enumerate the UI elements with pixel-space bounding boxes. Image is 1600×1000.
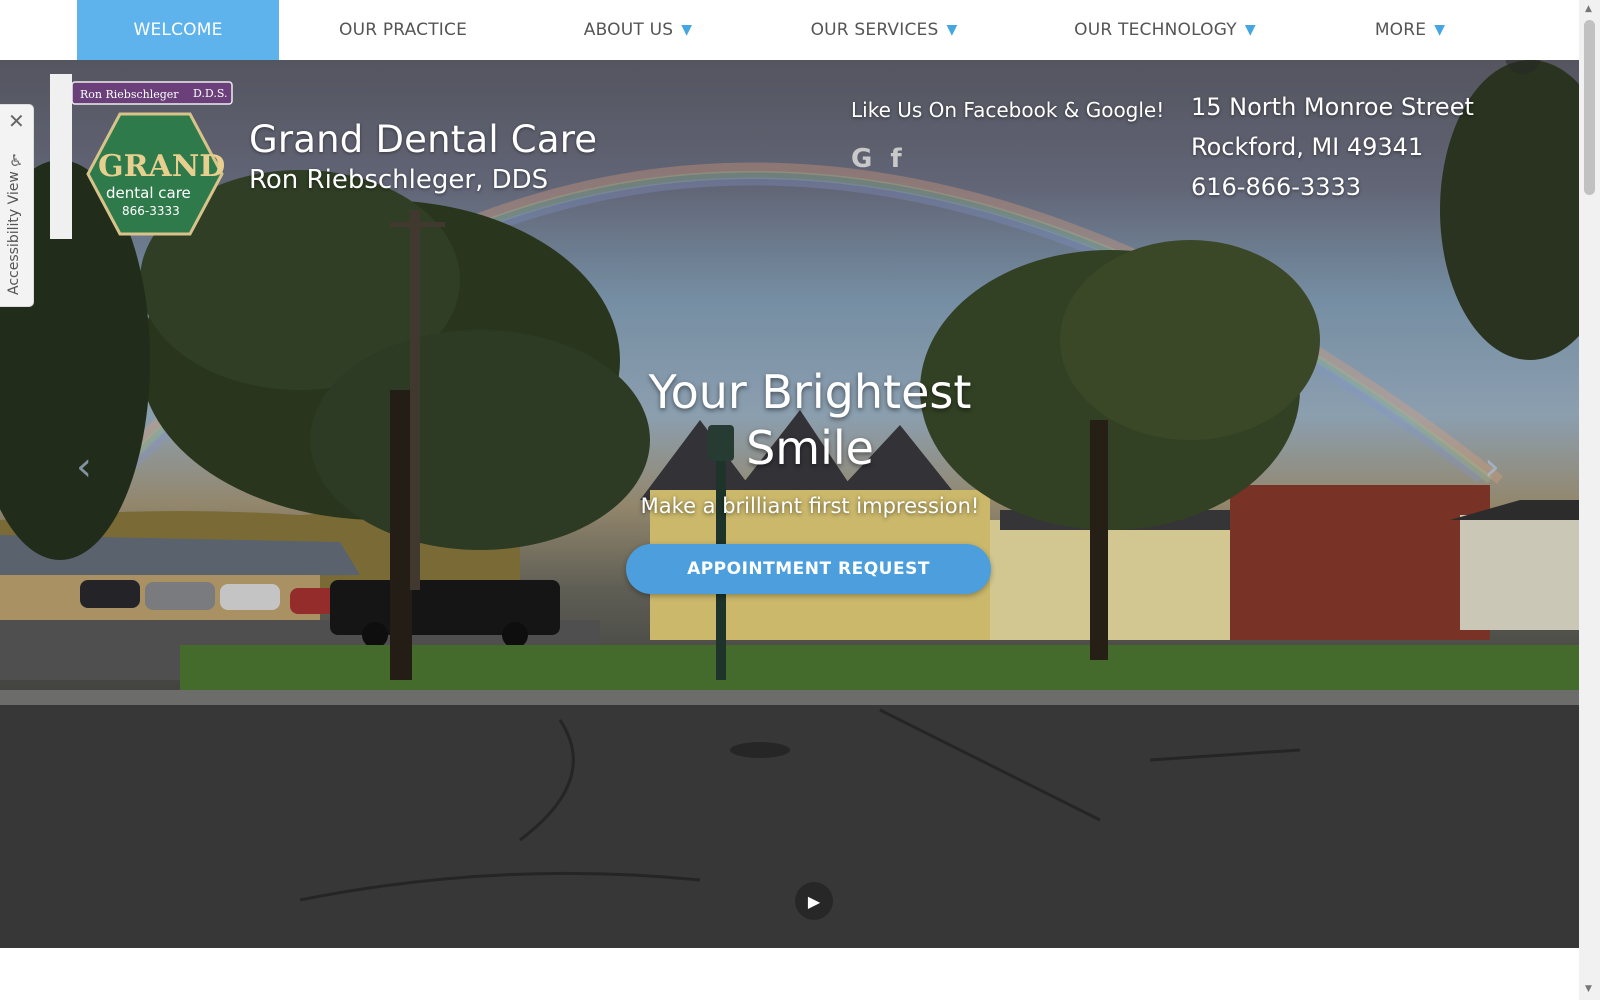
nav-item-our-practice[interactable]: OUR PRACTICE <box>300 0 506 60</box>
nav-label: ABOUT US <box>583 20 674 40</box>
logo[interactable]: Ron Riebschleger D.D.S. GRAND dental car… <box>50 74 240 304</box>
hero-headline-line1: Your Brightest <box>648 365 972 419</box>
scroll-down-icon[interactable]: ▼ <box>1585 984 1592 994</box>
logo-sign-name: GRAND <box>98 149 225 184</box>
hero-tagline: Make a brilliant first impression! <box>640 494 980 518</box>
scrollbar-thumb[interactable] <box>1584 20 1595 195</box>
wheelchair-icon: ♿ <box>9 151 24 170</box>
brand-block: Grand Dental Care Ron Riebschleger, DDS <box>249 118 597 195</box>
logo-sign-phone: 866-3333 <box>122 204 180 218</box>
prev-slide-icon[interactable]: ‹ <box>76 444 92 490</box>
google-icon[interactable]: G <box>851 144 872 174</box>
logo-sign-top: Ron Riebschleger <box>80 88 179 101</box>
contact-block: 15 North Monroe Street Rockford, MI 4934… <box>1191 87 1474 207</box>
hero-slider: Ron Riebschleger D.D.S. GRAND dental car… <box>0 60 1579 948</box>
main-nav: WELCOME OUR PRACTICE ABOUT US ▼ OUR SERV… <box>0 0 1579 60</box>
appointment-request-button[interactable]: APPOINTMENT REQUEST <box>626 544 991 594</box>
chevron-down-icon: ▼ <box>1434 22 1446 38</box>
nav-item-our-services[interactable]: OUR SERVICES ▼ <box>784 0 984 60</box>
hero-headline: Your Brightest Smile <box>580 364 1040 476</box>
social-title: Like Us On Facebook & Google! <box>851 98 1165 122</box>
accessibility-tab[interactable]: ✕ ♿ Accessibility View <box>0 104 34 307</box>
nav-label: MORE <box>1374 20 1427 40</box>
chevron-down-icon: ▼ <box>1244 22 1256 38</box>
address-street: 15 North Monroe Street <box>1191 93 1474 121</box>
scroll-up-icon[interactable]: ▲ <box>1585 4 1592 14</box>
doctor-name: Ron Riebschleger, DDS <box>249 165 549 195</box>
nav-item-our-technology[interactable]: OUR TECHNOLOGY ▼ <box>1050 0 1280 60</box>
logo-sign-degree: D.D.S. <box>193 87 228 100</box>
nav-label: WELCOME <box>133 20 223 40</box>
nav-item-about-us[interactable]: ABOUT US ▼ <box>545 0 731 60</box>
nav-label: OUR TECHNOLOGY <box>1074 20 1237 40</box>
facebook-icon[interactable]: f <box>890 144 901 174</box>
phone-link[interactable]: 616-866-3333 <box>1191 167 1474 207</box>
next-slide-icon[interactable]: › <box>1484 444 1500 490</box>
accessibility-view-label[interactable]: Accessibility View <box>6 171 22 295</box>
chevron-down-icon: ▼ <box>681 22 693 38</box>
nav-label: OUR SERVICES <box>810 20 939 40</box>
social-block: Like Us On Facebook & Google! G f <box>851 98 1164 174</box>
hero-headline-line2: Smile <box>746 421 874 475</box>
chevron-down-icon: ▼ <box>946 22 958 38</box>
play-icon[interactable]: ▶ <box>795 882 833 920</box>
nav-label: OUR PRACTICE <box>338 20 468 40</box>
close-icon[interactable]: ✕ <box>8 109 25 133</box>
brand-name[interactable]: Grand Dental Care <box>249 118 597 161</box>
nav-item-more[interactable]: MORE ▼ <box>1350 0 1470 60</box>
vertical-scrollbar[interactable]: ▲ ▼ <box>1579 0 1600 1000</box>
address-city: Rockford, MI 49341 <box>1191 133 1424 161</box>
nav-item-welcome[interactable]: WELCOME <box>77 0 279 60</box>
logo-sign-sub: dental care <box>106 184 191 202</box>
